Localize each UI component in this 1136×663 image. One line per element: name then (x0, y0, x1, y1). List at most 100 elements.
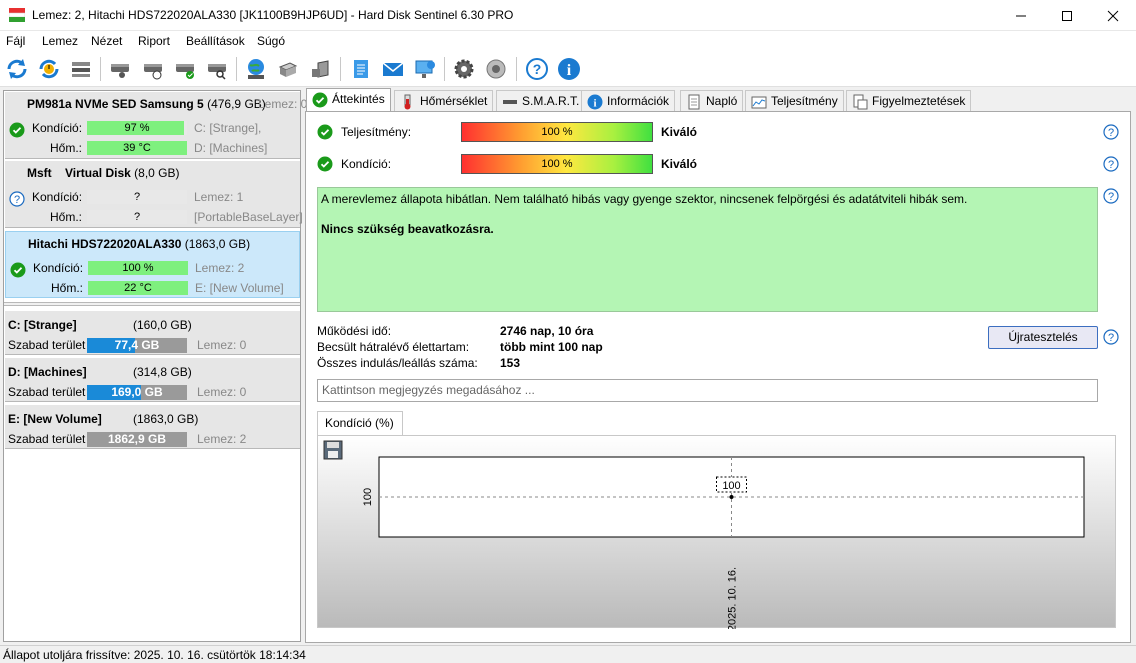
temperature-label: Hőm.: (51, 281, 84, 295)
help-button[interactable]: ? (524, 56, 550, 82)
panel-splitter[interactable] (4, 302, 300, 306)
disk-name: Hitachi HDS722020ALA330 (1863,0 GB) (28, 237, 251, 251)
disk-search-button[interactable] (204, 56, 230, 82)
help-icon[interactable]: ? (1103, 188, 1119, 204)
menu-help[interactable]: Súgó (257, 34, 285, 48)
disk-schedule-button[interactable] (140, 56, 166, 82)
tab-alerts[interactable]: Figyelmeztetések (846, 90, 972, 111)
condition-chart-svg: 100 2025. 10. 16. 100 (362, 456, 1085, 629)
status-bar: Állapot utoljára frissítve: 2025. 10. 16… (0, 645, 1136, 663)
help-icon[interactable]: ? (1103, 124, 1119, 140)
tab-log[interactable]: Napló (680, 90, 744, 111)
tab-condition-chart[interactable]: Kondíció (%) (317, 411, 403, 435)
settings-button[interactable] (451, 56, 477, 82)
note-input[interactable]: Kattintson megjegyzés megadásához ... (317, 379, 1098, 402)
volume-item[interactable]: C: [Strange] (160,0 GB) Szabad terület 7… (5, 311, 300, 355)
condition-bar: 100 % (88, 261, 188, 275)
svg-text:?: ? (1108, 332, 1114, 344)
network-button[interactable] (243, 56, 269, 82)
refresh-all-button[interactable] (36, 56, 62, 82)
status-ok-icon (317, 124, 333, 140)
status-ok-icon (317, 156, 333, 172)
disk-name: PM981a NVMe SED Samsung 5 (476,9 GB) (27, 97, 266, 111)
send-report-button[interactable] (412, 56, 438, 82)
menu-view[interactable]: Nézet (91, 34, 122, 48)
y-tick-label: 100 (362, 488, 374, 506)
volume-disk: Lemez: 2 (197, 432, 247, 446)
globe-icon (248, 59, 264, 79)
disk-ok-button[interactable] (172, 56, 198, 82)
disk-item[interactable]: Msft Virtual Disk (8,0 GB) ? Kondíció: ?… (5, 161, 303, 228)
condition-label: Kondíció: (33, 261, 84, 275)
free-space-label: Szabad terület (8, 338, 86, 352)
tab-overview[interactable]: Áttekintés (306, 88, 391, 112)
help-icon[interactable]: ? (1103, 156, 1119, 172)
minimize-icon (1016, 15, 1026, 16)
menu-file[interactable]: Fájl (6, 34, 25, 48)
temperature-bar: ? (87, 210, 187, 224)
server-button[interactable] (275, 56, 301, 82)
disk-list-button[interactable] (68, 56, 94, 82)
tab-label: Információk (607, 94, 670, 108)
condition-bar: 97 % (87, 121, 187, 135)
help-icon[interactable]: ? (1103, 329, 1119, 345)
condition-label: Kondíció: (341, 157, 392, 171)
about-button[interactable]: i (556, 56, 582, 82)
free-space-label: Szabad terület (8, 385, 86, 399)
temperature-bar: 22 °C (88, 281, 188, 295)
menu-settings[interactable]: Beállítások (186, 34, 245, 48)
disk-item-selected[interactable]: Hitachi HDS722020ALA330 (1863,0 GB) Kond… (5, 231, 300, 298)
menu-bar: Fájl Lemez Nézet Riport Beállítások Súgó (0, 31, 1136, 51)
info-icon: i (558, 58, 580, 80)
maximize-button[interactable] (1044, 0, 1090, 31)
chart-icon (751, 96, 767, 109)
condition-label: Kondíció: (32, 121, 83, 135)
retest-button[interactable]: Újratesztelés (988, 326, 1098, 349)
tab-temperature[interactable]: Hőmérséklet (394, 90, 494, 111)
tab-smart[interactable]: S.M.A.R.T. (496, 90, 586, 111)
sound-button[interactable] (483, 56, 509, 82)
data-label: 100 (722, 480, 740, 492)
svg-text:?: ? (1108, 127, 1114, 139)
volume-item[interactable]: D: [Machines] (314,8 GB) Szabad terület … (5, 358, 300, 402)
temperature-label: Hőm.: (50, 210, 83, 224)
disk-index: Lemez: 1 (194, 190, 244, 204)
minimize-button[interactable] (998, 0, 1044, 31)
tab-label: Napló (706, 94, 738, 108)
tab-information[interactable]: i Információk (581, 90, 676, 111)
tab-label: Hőmérséklet (420, 94, 488, 108)
volume-item[interactable]: E: [New Volume] (1863,0 GB) Szabad terül… (5, 405, 300, 449)
close-button[interactable] (1090, 0, 1136, 31)
disk-item[interactable]: PM981a NVMe SED Samsung 5 (476,9 GB) Lem… (5, 92, 307, 159)
svg-text:?: ? (1108, 159, 1114, 171)
window-title: Lemez: 2, Hitachi HDS722020ALA330 [JK110… (32, 8, 514, 22)
volume-size: (1863,0 GB) (133, 412, 199, 426)
toolbar: ? i (0, 51, 1136, 87)
alerts-document-icon (853, 94, 868, 110)
x-tick-label: 2025. 10. 16. (727, 567, 739, 629)
menu-disk[interactable]: Lemez (42, 34, 78, 48)
condition-bar: ? (87, 190, 187, 204)
disk-index: Lemez: 2 (195, 261, 245, 275)
thermometer-icon (404, 94, 411, 110)
report-button[interactable] (348, 56, 374, 82)
drive-list-icon (72, 62, 90, 77)
refresh-button[interactable] (4, 56, 30, 82)
envelope-icon (382, 62, 404, 76)
svg-text:?: ? (533, 61, 542, 77)
drive-check-icon (176, 64, 194, 79)
email-button[interactable] (380, 56, 406, 82)
data-point (729, 495, 734, 499)
temperature-label: Hőm.: (50, 141, 83, 155)
info-icon: i (587, 94, 603, 110)
help-icon: ? (526, 58, 548, 80)
backup-button[interactable] (307, 56, 333, 82)
disk-test-button[interactable] (107, 56, 133, 82)
tab-performance[interactable]: Teljesítmény (745, 90, 844, 111)
free-space-bar: 1862,9 GB (87, 432, 187, 447)
server-icon (278, 62, 298, 77)
refresh-icon (7, 59, 27, 79)
check-icon (312, 92, 328, 108)
menu-report[interactable]: Riport (138, 34, 170, 48)
status-advice: Nincs szükség beavatkozásra. (321, 222, 494, 236)
